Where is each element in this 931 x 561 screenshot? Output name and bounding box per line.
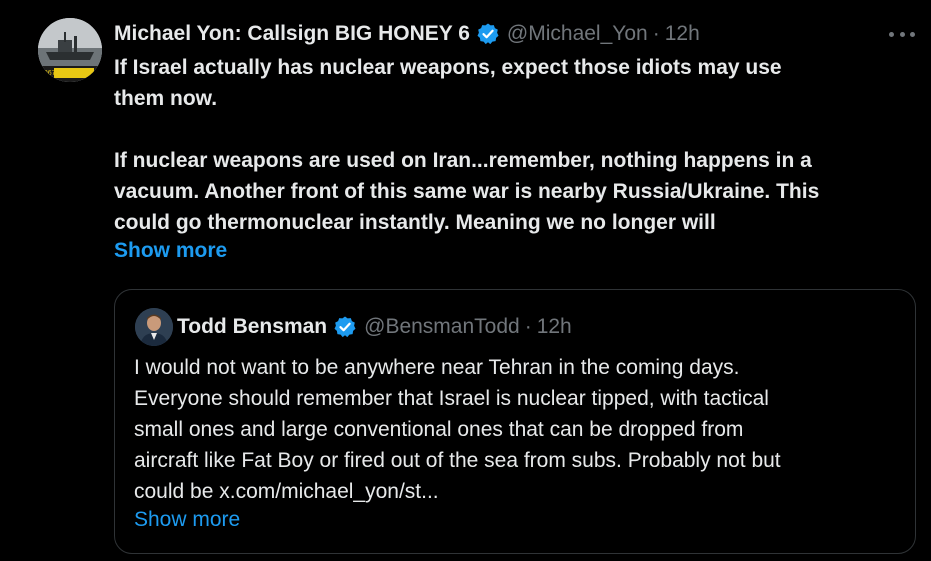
- more-options-icon[interactable]: [889, 22, 915, 46]
- quoted-author-avatar[interactable]: [135, 308, 173, 346]
- tweet-body: If Israel actually has nuclear weapons, …: [114, 52, 914, 238]
- quoted-tweet-body: I would not want to be anywhere near Teh…: [134, 352, 781, 507]
- quoted-author-handle[interactable]: @BensmanTodd: [364, 315, 520, 339]
- author-avatar[interactable]: 1967: [38, 18, 102, 82]
- tweet-body-line: If nuclear weapons are used on Iran...re…: [114, 149, 812, 172]
- show-more-link[interactable]: Show more: [114, 239, 227, 263]
- quoted-body-line: I would not want to be anywhere near Teh…: [134, 356, 740, 379]
- quoted-tweet-header: Todd Bensman @BensmanTodd · 12h: [177, 312, 572, 342]
- quoted-author-display-name[interactable]: Todd Bensman: [177, 315, 327, 339]
- tweet-body-line: [114, 114, 914, 145]
- quoted-tweet-timestamp[interactable]: 12h: [537, 315, 572, 339]
- author-handle[interactable]: @Michael_Yon: [507, 22, 648, 46]
- quoted-show-more-link[interactable]: Show more: [134, 508, 240, 532]
- quoted-body-line: could be x.com/michael_yon/st...: [134, 480, 439, 503]
- verified-badge-icon[interactable]: [476, 22, 500, 46]
- tweet-body-line: If Israel actually has nuclear weapons, …: [114, 56, 782, 79]
- ship-photo-icon: 1967: [38, 18, 102, 82]
- tweet-body-line: them now.: [114, 87, 218, 110]
- separator-dot: ·: [652, 22, 660, 45]
- person-photo-icon: [135, 308, 173, 346]
- avatar-caption: 1967: [40, 70, 56, 77]
- quoted-body-line: Everyone should remember that Israel is …: [134, 387, 769, 410]
- quoted-body-line: small ones and large conventional ones t…: [134, 418, 744, 441]
- author-display-name[interactable]: Michael Yon: Callsign BIG HONEY 6: [114, 22, 470, 46]
- tweet[interactable]: 1967 Michael Yon: Callsign BIG HONEY 6 @…: [0, 0, 931, 561]
- separator-dot: ·: [524, 315, 532, 338]
- tweet-body-line: could go thermonuclear instantly. Meanin…: [114, 211, 716, 234]
- tweet-body-line: vacuum. Another front of this same war i…: [114, 180, 820, 203]
- quoted-body-line: aircraft like Fat Boy or fired out of th…: [134, 449, 781, 472]
- tweet-timestamp[interactable]: 12h: [665, 22, 700, 46]
- verified-badge-icon[interactable]: [333, 315, 357, 339]
- tweet-header: Michael Yon: Callsign BIG HONEY 6 @Micha…: [114, 18, 700, 50]
- quoted-tweet[interactable]: Todd Bensman @BensmanTodd · 12h I would …: [114, 289, 916, 554]
